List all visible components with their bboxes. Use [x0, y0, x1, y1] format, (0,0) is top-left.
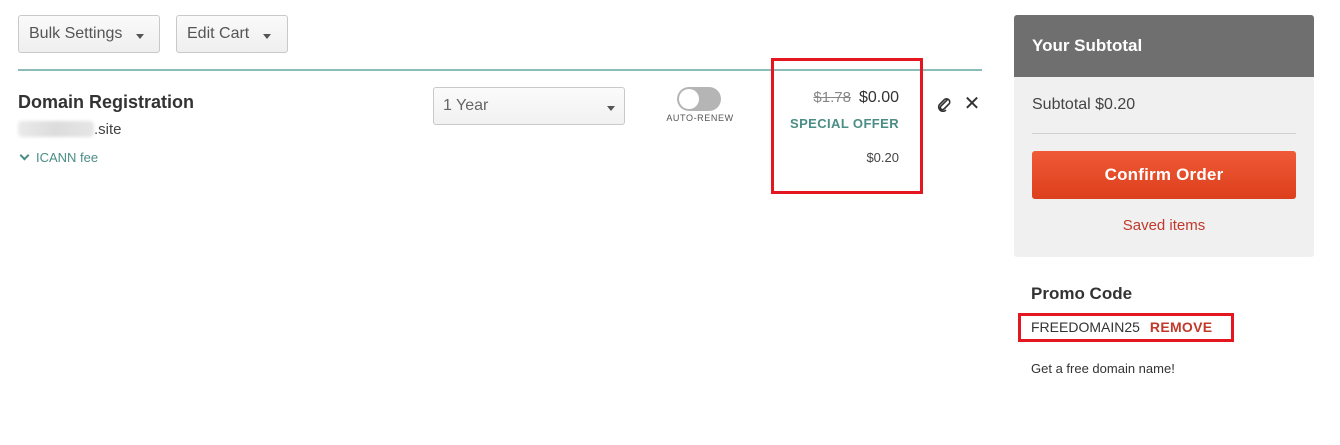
subtotal-panel: Your Subtotal Subtotal $0.20 Confirm Ord…	[1014, 15, 1314, 257]
icann-fee-price: $0.20	[866, 150, 899, 165]
remove-item-icon[interactable]: ✕	[963, 94, 981, 114]
blurred-domain-name	[18, 121, 94, 137]
caret-down-icon	[136, 33, 145, 39]
promo-description: Get a free domain name!	[1031, 361, 1175, 376]
paperclip-icon[interactable]	[936, 96, 952, 112]
icann-fee-label: ICANN fee	[36, 150, 99, 165]
period-select[interactable]: 1 Year	[433, 87, 625, 125]
promo-code-row: FREEDOMAIN25 REMOVE	[1031, 319, 1212, 335]
auto-renew-label: AUTO-RENEW	[666, 113, 734, 123]
confirm-order-button[interactable]: Confirm Order	[1032, 151, 1296, 199]
caret-down-icon	[263, 33, 272, 39]
bulk-settings-dropdown[interactable]: Bulk Settings	[18, 15, 160, 53]
saved-items-link[interactable]: Saved items	[1014, 217, 1314, 234]
auto-renew-toggle[interactable]	[677, 87, 721, 111]
edit-cart-label: Edit Cart	[187, 25, 250, 42]
domain-name: .site	[18, 119, 122, 139]
toggle-knob	[679, 89, 699, 109]
price-line: $1.78 $0.00	[813, 89, 899, 107]
item-title: Domain Registration	[18, 92, 195, 112]
domain-suffix: .site	[94, 120, 122, 138]
edit-cart-dropdown[interactable]: Edit Cart	[176, 15, 288, 53]
promo-code: FREEDOMAIN25	[1031, 319, 1140, 335]
caret-down-icon	[607, 105, 615, 111]
bulk-settings-label: Bulk Settings	[29, 25, 123, 42]
current-price: $0.00	[858, 89, 899, 106]
chevron-down-icon	[19, 150, 30, 161]
period-selected-value: 1 Year	[443, 97, 489, 114]
old-price: $1.78	[813, 89, 851, 106]
remove-promo-link[interactable]: REMOVE	[1150, 319, 1212, 335]
special-offer-label: SPECIAL OFFER	[790, 116, 899, 131]
icann-fee-toggle[interactable]: ICANN fee	[18, 150, 98, 165]
panel-header: Your Subtotal	[1014, 15, 1314, 77]
panel-divider	[1032, 133, 1296, 134]
subtotal-text: Subtotal $0.20	[1032, 96, 1136, 113]
promo-title: Promo Code	[1031, 284, 1133, 303]
